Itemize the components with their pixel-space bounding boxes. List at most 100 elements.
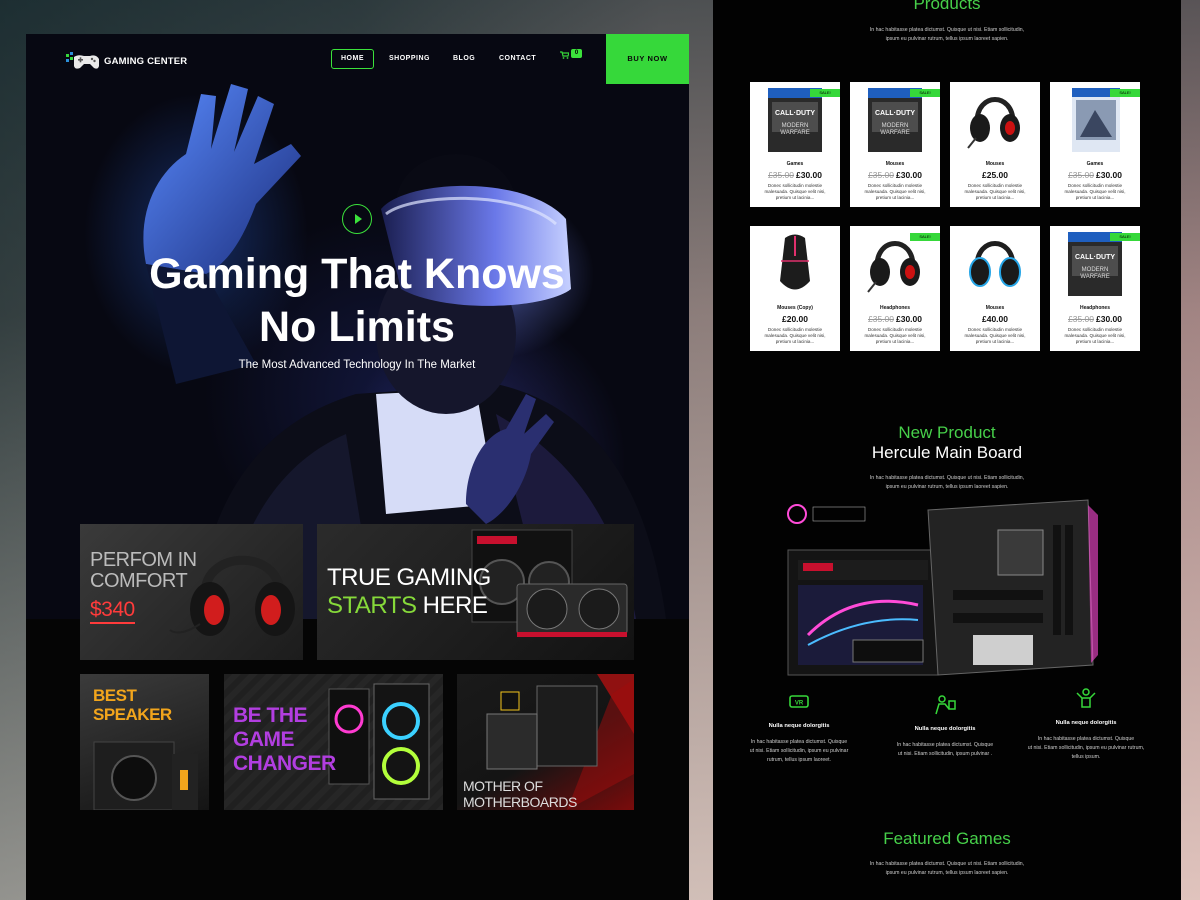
sale-badge: SALE! [1110, 233, 1140, 241]
product-card[interactable]: Mouses £25.00 Donec sollicitudin molestie … [950, 82, 1040, 207]
hero-title-line1: Gaming That Knows [149, 250, 565, 298]
product-name[interactable]: Mouses [950, 305, 1040, 311]
svg-text:CALL·DUTY: CALL·DUTY [1075, 254, 1115, 261]
new-product-blurb: In hac habitasse platea dictumst. Quisqu… [837, 474, 1057, 492]
products-title: Products [913, 0, 981, 13]
gamepad-logo-icon [66, 52, 99, 69]
promo-headphones-text: PERFOM IN COMFORT [90, 550, 197, 592]
product-current-price: £30.00 [896, 314, 922, 324]
nav-blog[interactable]: BLOG [453, 55, 475, 62]
product-description: Donec sollicitudin molestie malesuada. Q… [764, 327, 826, 344]
nav-shopping[interactable]: SHOPPING [389, 55, 430, 62]
promo-pc-line3: CHANGER [233, 752, 336, 775]
svg-text:VR: VR [795, 701, 804, 707]
new-product-blurb-line1: In hac habitasse platea dictumst. Quisqu… [869, 475, 1025, 481]
product-description: Donec sollicitudin molestie malesuada. Q… [1064, 327, 1126, 344]
cart-count-badge: 0 [571, 49, 582, 58]
promo-pc-line2: GAME [233, 728, 294, 751]
promo-speaker-banner[interactable]: BEST SPEAKER [80, 674, 209, 810]
sale-badge: SALE! [1110, 89, 1140, 97]
svg-text:WARFARE: WARFARE [1080, 274, 1109, 280]
promo-speaker-line2: SPEAKER [93, 705, 172, 724]
nav-home[interactable]: HOME [331, 49, 374, 69]
product-image[interactable] [950, 82, 1040, 158]
feature-item: VR Nulla neque dolorgitis In hac habitasse… [739, 690, 859, 765]
featured-games-blurb-line1: In hac habitasse platea dictumst. Quisqu… [869, 861, 1025, 867]
product-old-price: £35.00 [868, 314, 894, 324]
product-current-price: £30.00 [896, 170, 922, 180]
play-video-button[interactable] [342, 204, 372, 234]
promo-pc-text: BE THE GAME CHANGER [233, 704, 336, 776]
product-card[interactable]: Mouses (Copy) £20.00 Donec sollicitudin mo… [750, 226, 840, 351]
cart-icon[interactable] [560, 51, 570, 61]
product-name[interactable]: Games [1050, 161, 1140, 167]
product-name[interactable]: Games [750, 161, 840, 167]
buy-now-button[interactable]: BUY NOW [606, 34, 689, 84]
product-card[interactable]: CALL·DUTY MODERN WARFARE SALE! Mouses £35.00 £… [850, 82, 940, 207]
promo-motherboard-banner[interactable]: MOTHER OF MOTHERBOARDS [457, 674, 634, 810]
feature-title: Nulla neque dolorgitis [768, 723, 830, 729]
vr-headset-icon: VR [789, 695, 809, 708]
product-current-price: £20.00 [782, 314, 808, 324]
promo-pc-line1: BE THE [233, 704, 308, 727]
promo-headphones-line2: COMFORT [90, 570, 188, 592]
promo-pc-banner[interactable]: BE THE GAME CHANGER [224, 674, 443, 810]
product-image[interactable] [950, 226, 1040, 302]
motherboard-product-image [787, 499, 1098, 676]
product-name[interactable]: Mouses (Copy) [750, 305, 840, 311]
feature-title: Nulla neque dolorgitis [914, 726, 976, 732]
product-card[interactable]: SALE! Headphones £35.00 £30.00 Donec sollici… [850, 226, 940, 351]
gamer-icon [935, 695, 956, 715]
product-description: Donec sollicitudin molestie malesuada. Q… [764, 183, 826, 200]
products-blurb-line2: ipsum eu pulvinar rutrum, tellus ipsum l… [885, 36, 1009, 42]
svg-text:MODERN: MODERN [782, 123, 809, 129]
product-price: £40.00 [950, 314, 1040, 324]
feature-text: In hac habitasse platea dictumst. Quisqu… [739, 738, 859, 765]
featured-games-title: Featured Games [883, 829, 1011, 848]
svg-text:CALL·DUTY: CALL·DUTY [775, 110, 815, 117]
product-old-price: £35.00 [768, 170, 794, 180]
product-card[interactable]: CALL·DUTY MODERN WARFARE SALE! Headphones £35… [1050, 226, 1140, 351]
promo-headphones-price: $340 [90, 598, 135, 624]
product-old-price: £35.00 [1068, 314, 1094, 324]
feature-title: Nulla neque dolorgitis [1055, 720, 1117, 726]
product-image[interactable] [750, 226, 840, 302]
product-description: Donec sollicitudin molestie malesuada. Q… [1064, 183, 1126, 200]
product-card[interactable]: SALE! Games £35.00 £30.00 Donec sollicitudin… [1050, 82, 1140, 207]
product-card[interactable]: CALL·DUTY MODERN WARFARE SALE! Games £35.00 £3… [750, 82, 840, 207]
feature-text-line3: tellus ipsum. [1071, 754, 1101, 760]
sale-badge: SALE! [910, 233, 940, 241]
feature-text: In hac habitasse platea dictumst. Quisqu… [1026, 735, 1146, 762]
product-name[interactable]: Headphones [850, 305, 940, 311]
feature-text-line2: ut nisi. Etiam sollicitudin, ipsum eu pu… [1027, 745, 1145, 751]
products-blurb: In hac habitasse platea dictumst. Quisqu… [837, 26, 1057, 44]
product-name[interactable]: Mouses [850, 161, 940, 167]
product-old-price: £35.00 [1068, 170, 1094, 180]
product-price: £35.00 £30.00 [850, 314, 940, 324]
nav-contact[interactable]: CONTACT [499, 55, 536, 62]
promo-headphones-banner[interactable]: PERFOM IN COMFORT $340 [80, 524, 303, 660]
hero-title-line2: No Limits [259, 303, 455, 351]
promo-headphones-line1: PERFOM IN [90, 549, 197, 571]
product-current-price: £30.00 [1096, 314, 1122, 324]
logo-text: GAMING CENTER [104, 55, 188, 67]
headphones-image [169, 555, 295, 636]
feature-text-line2: ut nisi. Etiam sollicitudin, ipsum pulvi… [897, 751, 993, 757]
shop-page-mockup: Products In hac habitasse platea dictums… [713, 0, 1181, 900]
svg-text:WARFARE: WARFARE [880, 130, 909, 136]
feature-text-line2: ut nisi. Etiam sollicitudin, ipsum eu pu… [749, 748, 849, 754]
promo-gpu-line2-green: STARTS [327, 592, 417, 619]
feature-text: In hac habitasse platea dictumst. Quisqu… [885, 741, 1005, 759]
product-current-price: £30.00 [1096, 170, 1122, 180]
site-logo[interactable]: GAMING CENTER [64, 50, 187, 72]
promo-gpu-banner[interactable]: TRUE GAMING STARTS HERE [317, 524, 634, 660]
promo-gpu-line1: TRUE GAMING [327, 564, 491, 591]
product-name[interactable]: Headphones [1050, 305, 1140, 311]
product-current-price: £40.00 [982, 314, 1008, 324]
svg-text:CALL·DUTY: CALL·DUTY [875, 110, 915, 117]
hero-title: Gaming That Knows No Limits [66, 248, 648, 354]
product-current-price: £30.00 [796, 170, 822, 180]
product-card[interactable]: Mouses £40.00 Donec sollicitudin molestie … [950, 226, 1040, 351]
product-current-price: £25.00 [982, 170, 1008, 180]
product-name[interactable]: Mouses [950, 161, 1040, 167]
